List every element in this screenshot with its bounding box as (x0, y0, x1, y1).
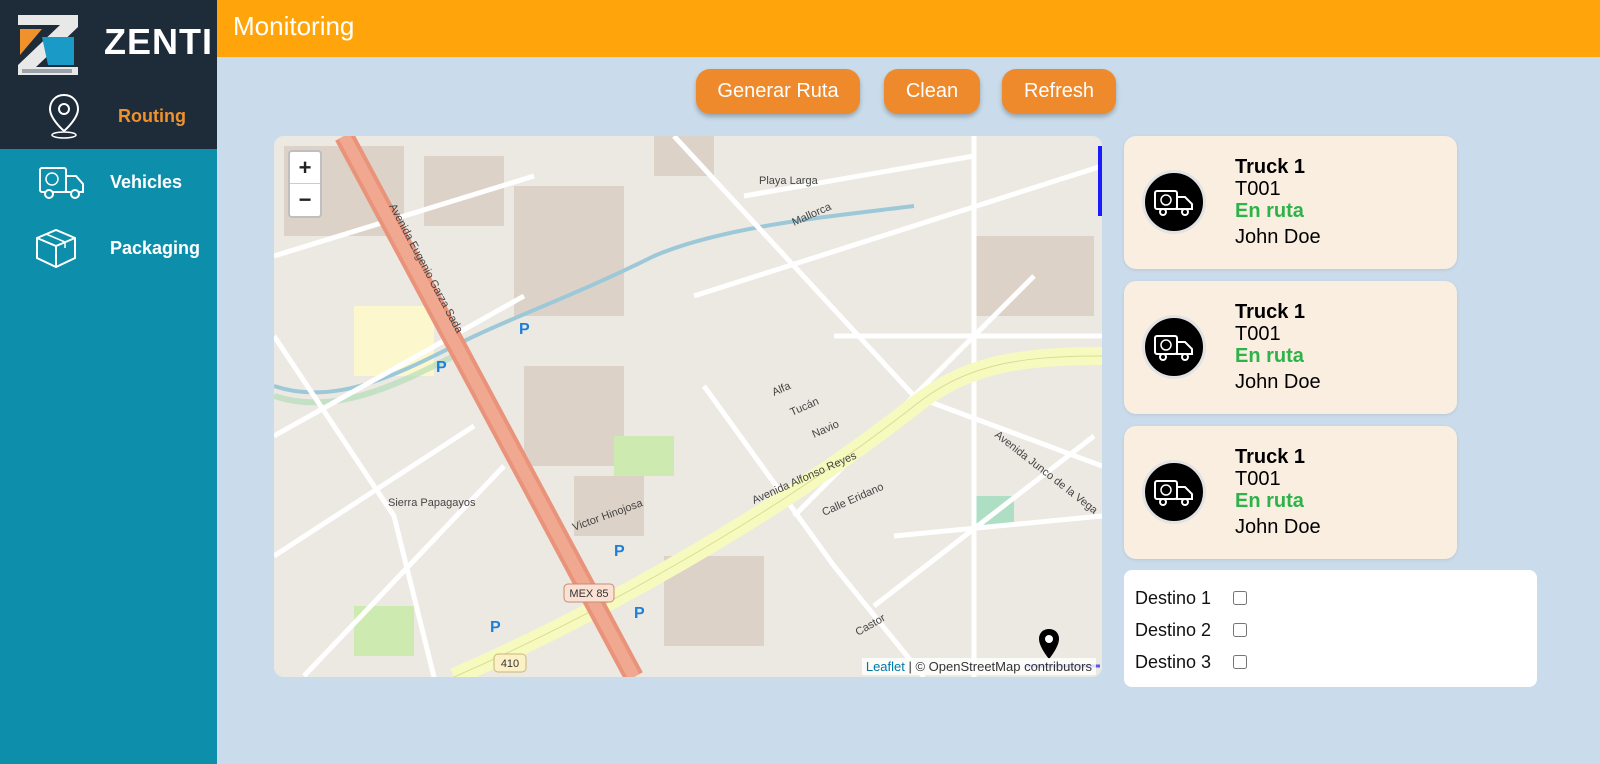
leaflet-link[interactable]: Leaflet (866, 659, 905, 674)
status-badge: En ruta (1235, 200, 1304, 222)
destination-row: Destino 1 (1124, 582, 1537, 614)
street-label: Playa Larga (759, 175, 819, 187)
truck-code: T001 (1235, 178, 1281, 200)
status-badge: En ruta (1235, 345, 1304, 367)
truck-code: T001 (1235, 468, 1281, 490)
road-shield: 410 (501, 658, 519, 670)
driver-name: John Doe (1235, 371, 1321, 393)
page-title: Monitoring (233, 11, 355, 41)
truck-avatar-icon (1142, 170, 1206, 234)
attribution-text: | © OpenStreetMap contributors (904, 659, 1093, 674)
destination-label: Destino 3 (1135, 651, 1212, 672)
parking-marker: P (436, 359, 447, 376)
zoom-control: + − (288, 150, 322, 218)
sidebar-item-label: Vehicles (110, 171, 183, 192)
destination-checkbox[interactable] (1233, 591, 1247, 605)
truck-name: Truck 1 (1235, 446, 1306, 468)
truck-card[interactable]: Truck 1 T001 En ruta John Doe (1124, 281, 1457, 414)
brand-name: ZENTI (104, 20, 213, 62)
truck-name: Truck 1 (1235, 156, 1306, 178)
road-shield: MEX 85 (569, 588, 608, 600)
delivery-truck-icon (30, 157, 94, 207)
status-badge: En ruta (1235, 490, 1304, 512)
generate-route-button[interactable]: Generar Ruta (696, 69, 860, 114)
top-header: Monitoring (217, 0, 1600, 57)
map-attribution: Leaflet | © OpenStreetMap contributors (861, 658, 1096, 675)
destination-row: Destino 2 (1124, 614, 1537, 646)
action-bar: Generar Ruta Clean Refresh (0, 69, 1600, 115)
parking-marker: P (614, 543, 625, 560)
package-box-icon (24, 223, 88, 273)
map-tiles[interactable]: P P P P P Avenida Eugenio Garza Sada Ave… (274, 136, 1102, 677)
truck-card[interactable]: Truck 1 T001 En ruta John Doe (1124, 426, 1457, 559)
sidebar-item-label: Packaging (110, 237, 201, 258)
driver-name: John Doe (1235, 226, 1321, 248)
destination-checkbox[interactable] (1233, 655, 1247, 669)
destination-marker-icon[interactable] (1038, 628, 1060, 660)
destinations-panel: Destino 1 Destino 2 Destino 3 (1124, 570, 1537, 687)
truck-name: Truck 1 (1235, 301, 1306, 323)
zoom-out-button[interactable]: − (290, 184, 320, 216)
truck-avatar-icon (1142, 315, 1206, 379)
zenti-logo-icon (12, 6, 84, 77)
parking-marker: P (519, 321, 530, 338)
street-label: Sierra Papagayos (388, 497, 476, 509)
refresh-button[interactable]: Refresh (1002, 69, 1116, 114)
parking-marker: P (634, 605, 645, 622)
sidebar-item-packaging[interactable]: Packaging (0, 215, 217, 281)
sidebar-item-vehicles[interactable]: Vehicles (0, 149, 217, 215)
truck-card[interactable]: Truck 1 T001 En ruta John Doe (1124, 136, 1457, 269)
route-map[interactable]: P P P P P Avenida Eugenio Garza Sada Ave… (274, 136, 1102, 677)
destination-row: Destino 3 (1124, 646, 1537, 678)
zoom-in-button[interactable]: + (290, 152, 320, 184)
destination-label: Destino 2 (1135, 619, 1212, 640)
destination-checkbox[interactable] (1233, 623, 1247, 637)
destination-label: Destino 1 (1135, 587, 1212, 608)
driver-name: John Doe (1235, 516, 1321, 538)
clean-button[interactable]: Clean (884, 69, 980, 114)
truck-code: T001 (1235, 323, 1281, 345)
parking-marker: P (490, 619, 501, 636)
truck-avatar-icon (1142, 460, 1206, 524)
